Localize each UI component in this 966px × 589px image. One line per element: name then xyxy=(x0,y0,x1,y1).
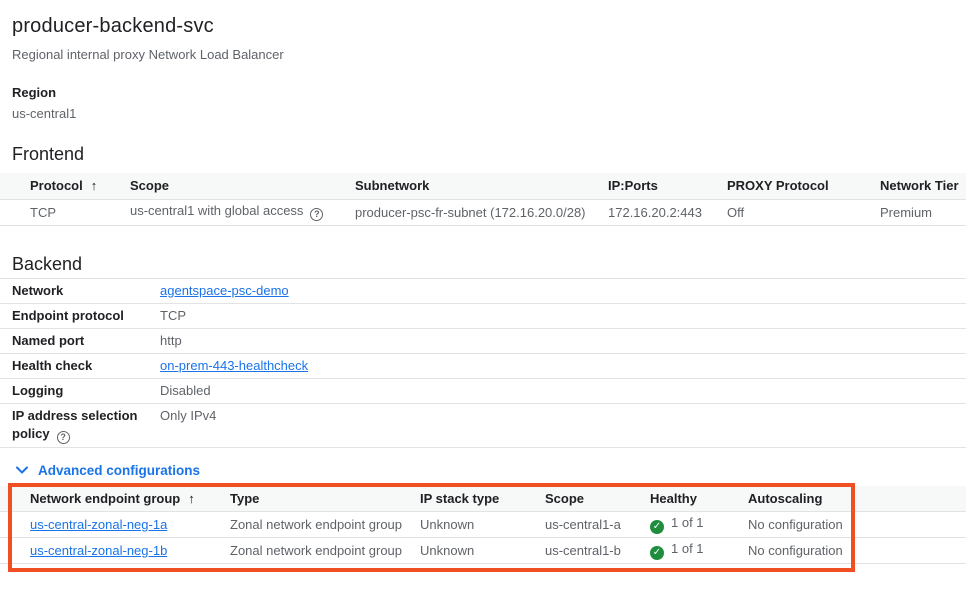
neg-column-name-label: Network endpoint group xyxy=(30,491,180,506)
network-endpoint-group-table: Network endpoint group ↑ Type IP stack ty… xyxy=(0,486,966,565)
neg-name-cell: us-central-zonal-neg-1a xyxy=(0,512,230,538)
neg-scope-cell: us-central1-a xyxy=(545,512,650,538)
neg-column-type[interactable]: Type xyxy=(230,486,420,512)
frontend-column-protocol-label: Protocol xyxy=(30,178,83,193)
network-link[interactable]: agentspace-psc-demo xyxy=(160,283,289,298)
ip-policy-label-text: IP address selection policy xyxy=(12,408,138,441)
frontend-column-protocol[interactable]: Protocol ↑ xyxy=(0,173,130,199)
frontend-column-ip-ports[interactable]: IP:Ports xyxy=(608,173,727,199)
help-icon[interactable]: ? xyxy=(310,208,323,221)
network-label: Network xyxy=(0,282,160,300)
page-title: producer-backend-svc xyxy=(12,14,966,38)
region-value: us-central1 xyxy=(12,106,966,121)
named-port-label: Named port xyxy=(0,332,160,350)
endpoint-protocol-value: TCP xyxy=(160,307,186,325)
advanced-configurations-toggle[interactable]: Advanced configurations xyxy=(16,463,200,478)
sort-ascending-icon: ↑ xyxy=(91,178,98,193)
neg-ip-stack-cell: Unknown xyxy=(420,538,545,564)
backend-row-named-port: Named port http xyxy=(0,328,966,353)
frontend-column-network-tier[interactable]: Network Tier xyxy=(880,173,966,199)
neg-healthy-cell: ✓ 1 of 1 xyxy=(650,512,748,538)
health-check-label: Health check xyxy=(0,357,160,375)
named-port-value: http xyxy=(160,332,182,350)
frontend-subnetwork-cell: producer-psc-fr-subnet (172.16.20.0/28) xyxy=(355,199,608,225)
neg-type-cell: Zonal network endpoint group xyxy=(230,512,420,538)
help-icon[interactable]: ? xyxy=(57,431,70,444)
neg-autoscaling-cell: No configuration xyxy=(748,538,966,564)
frontend-heading: Frontend xyxy=(12,143,966,165)
neg-ip-stack-cell: Unknown xyxy=(420,512,545,538)
healthy-check-icon: ✓ xyxy=(650,520,664,534)
neg-healthy-cell: ✓ 1 of 1 xyxy=(650,538,748,564)
frontend-protocol-cell: TCP xyxy=(0,199,130,225)
logging-label: Logging xyxy=(0,382,160,400)
healthy-count: 1 of 1 xyxy=(671,515,704,530)
check-glyph: ✓ xyxy=(653,548,661,558)
backend-row-logging: Logging Disabled xyxy=(0,378,966,403)
health-check-link[interactable]: on-prem-443-healthcheck xyxy=(160,358,308,373)
frontend-column-scope[interactable]: Scope xyxy=(130,173,355,199)
healthy-count: 1 of 1 xyxy=(671,541,704,556)
sort-ascending-icon: ↑ xyxy=(188,491,195,506)
frontend-network-tier-cell: Premium xyxy=(880,199,966,225)
logging-value: Disabled xyxy=(160,382,211,400)
check-glyph: ✓ xyxy=(653,522,661,532)
region-label: Region xyxy=(12,85,966,100)
neg-column-healthy[interactable]: Healthy xyxy=(650,486,748,512)
neg-link-us-central-zonal-neg-1b[interactable]: us-central-zonal-neg-1b xyxy=(30,543,167,558)
neg-link-us-central-zonal-neg-1a[interactable]: us-central-zonal-neg-1a xyxy=(30,517,167,532)
neg-column-autoscaling[interactable]: Autoscaling xyxy=(748,486,966,512)
frontend-scope-cell: us-central1 with global access? xyxy=(130,199,355,225)
neg-name-cell: us-central-zonal-neg-1b xyxy=(0,538,230,564)
backend-row-network: Network agentspace-psc-demo xyxy=(0,278,966,303)
frontend-ip-ports-cell: 172.16.20.2:443 xyxy=(608,199,727,225)
healthy-check-icon: ✓ xyxy=(650,546,664,560)
load-balancer-details-page: producer-backend-svc Regional internal p… xyxy=(0,0,966,589)
help-icon-glyph: ? xyxy=(60,433,66,442)
ip-policy-label: IP address selection policy? xyxy=(0,407,160,444)
frontend-proxy-protocol-cell: Off xyxy=(727,199,880,225)
frontend-table: Protocol ↑ Scope Subnetwork IP:Ports PROX… xyxy=(0,173,966,226)
neg-autoscaling-cell: No configuration xyxy=(748,512,966,538)
neg-row-1b: us-central-zonal-neg-1b Zonal network en… xyxy=(0,538,966,564)
frontend-column-subnetwork[interactable]: Subnetwork xyxy=(355,173,608,199)
neg-column-ip-stack-type[interactable]: IP stack type xyxy=(420,486,545,512)
frontend-header-row: Protocol ↑ Scope Subnetwork IP:Ports PROX… xyxy=(0,173,966,199)
backend-row-endpoint-protocol: Endpoint protocol TCP xyxy=(0,303,966,328)
backend-row-health-check: Health check on-prem-443-healthcheck xyxy=(0,353,966,378)
endpoint-protocol-label: Endpoint protocol xyxy=(0,307,160,325)
backend-heading: Backend xyxy=(12,253,966,275)
backend-row-ip-policy: IP address selection policy? Only IPv4 xyxy=(0,403,966,448)
help-icon-glyph: ? xyxy=(314,210,320,219)
frontend-row: TCP us-central1 with global access? prod… xyxy=(0,199,966,225)
page-subtitle: Regional internal proxy Network Load Bal… xyxy=(12,47,966,63)
backend-properties: Network agentspace-psc-demo Endpoint pro… xyxy=(0,278,966,448)
neg-type-cell: Zonal network endpoint group xyxy=(230,538,420,564)
advanced-configurations-label: Advanced configurations xyxy=(38,463,200,478)
neg-row-1a: us-central-zonal-neg-1a Zonal network en… xyxy=(0,512,966,538)
neg-column-scope[interactable]: Scope xyxy=(545,486,650,512)
frontend-scope-text: us-central1 with global access xyxy=(130,203,303,218)
frontend-column-proxy-protocol[interactable]: PROXY Protocol xyxy=(727,173,880,199)
neg-header-row: Network endpoint group ↑ Type IP stack ty… xyxy=(0,486,966,512)
neg-scope-cell: us-central1-b xyxy=(545,538,650,564)
neg-column-name[interactable]: Network endpoint group ↑ xyxy=(0,486,230,512)
chevron-down-icon xyxy=(16,466,28,474)
ip-policy-value: Only IPv4 xyxy=(160,407,216,425)
